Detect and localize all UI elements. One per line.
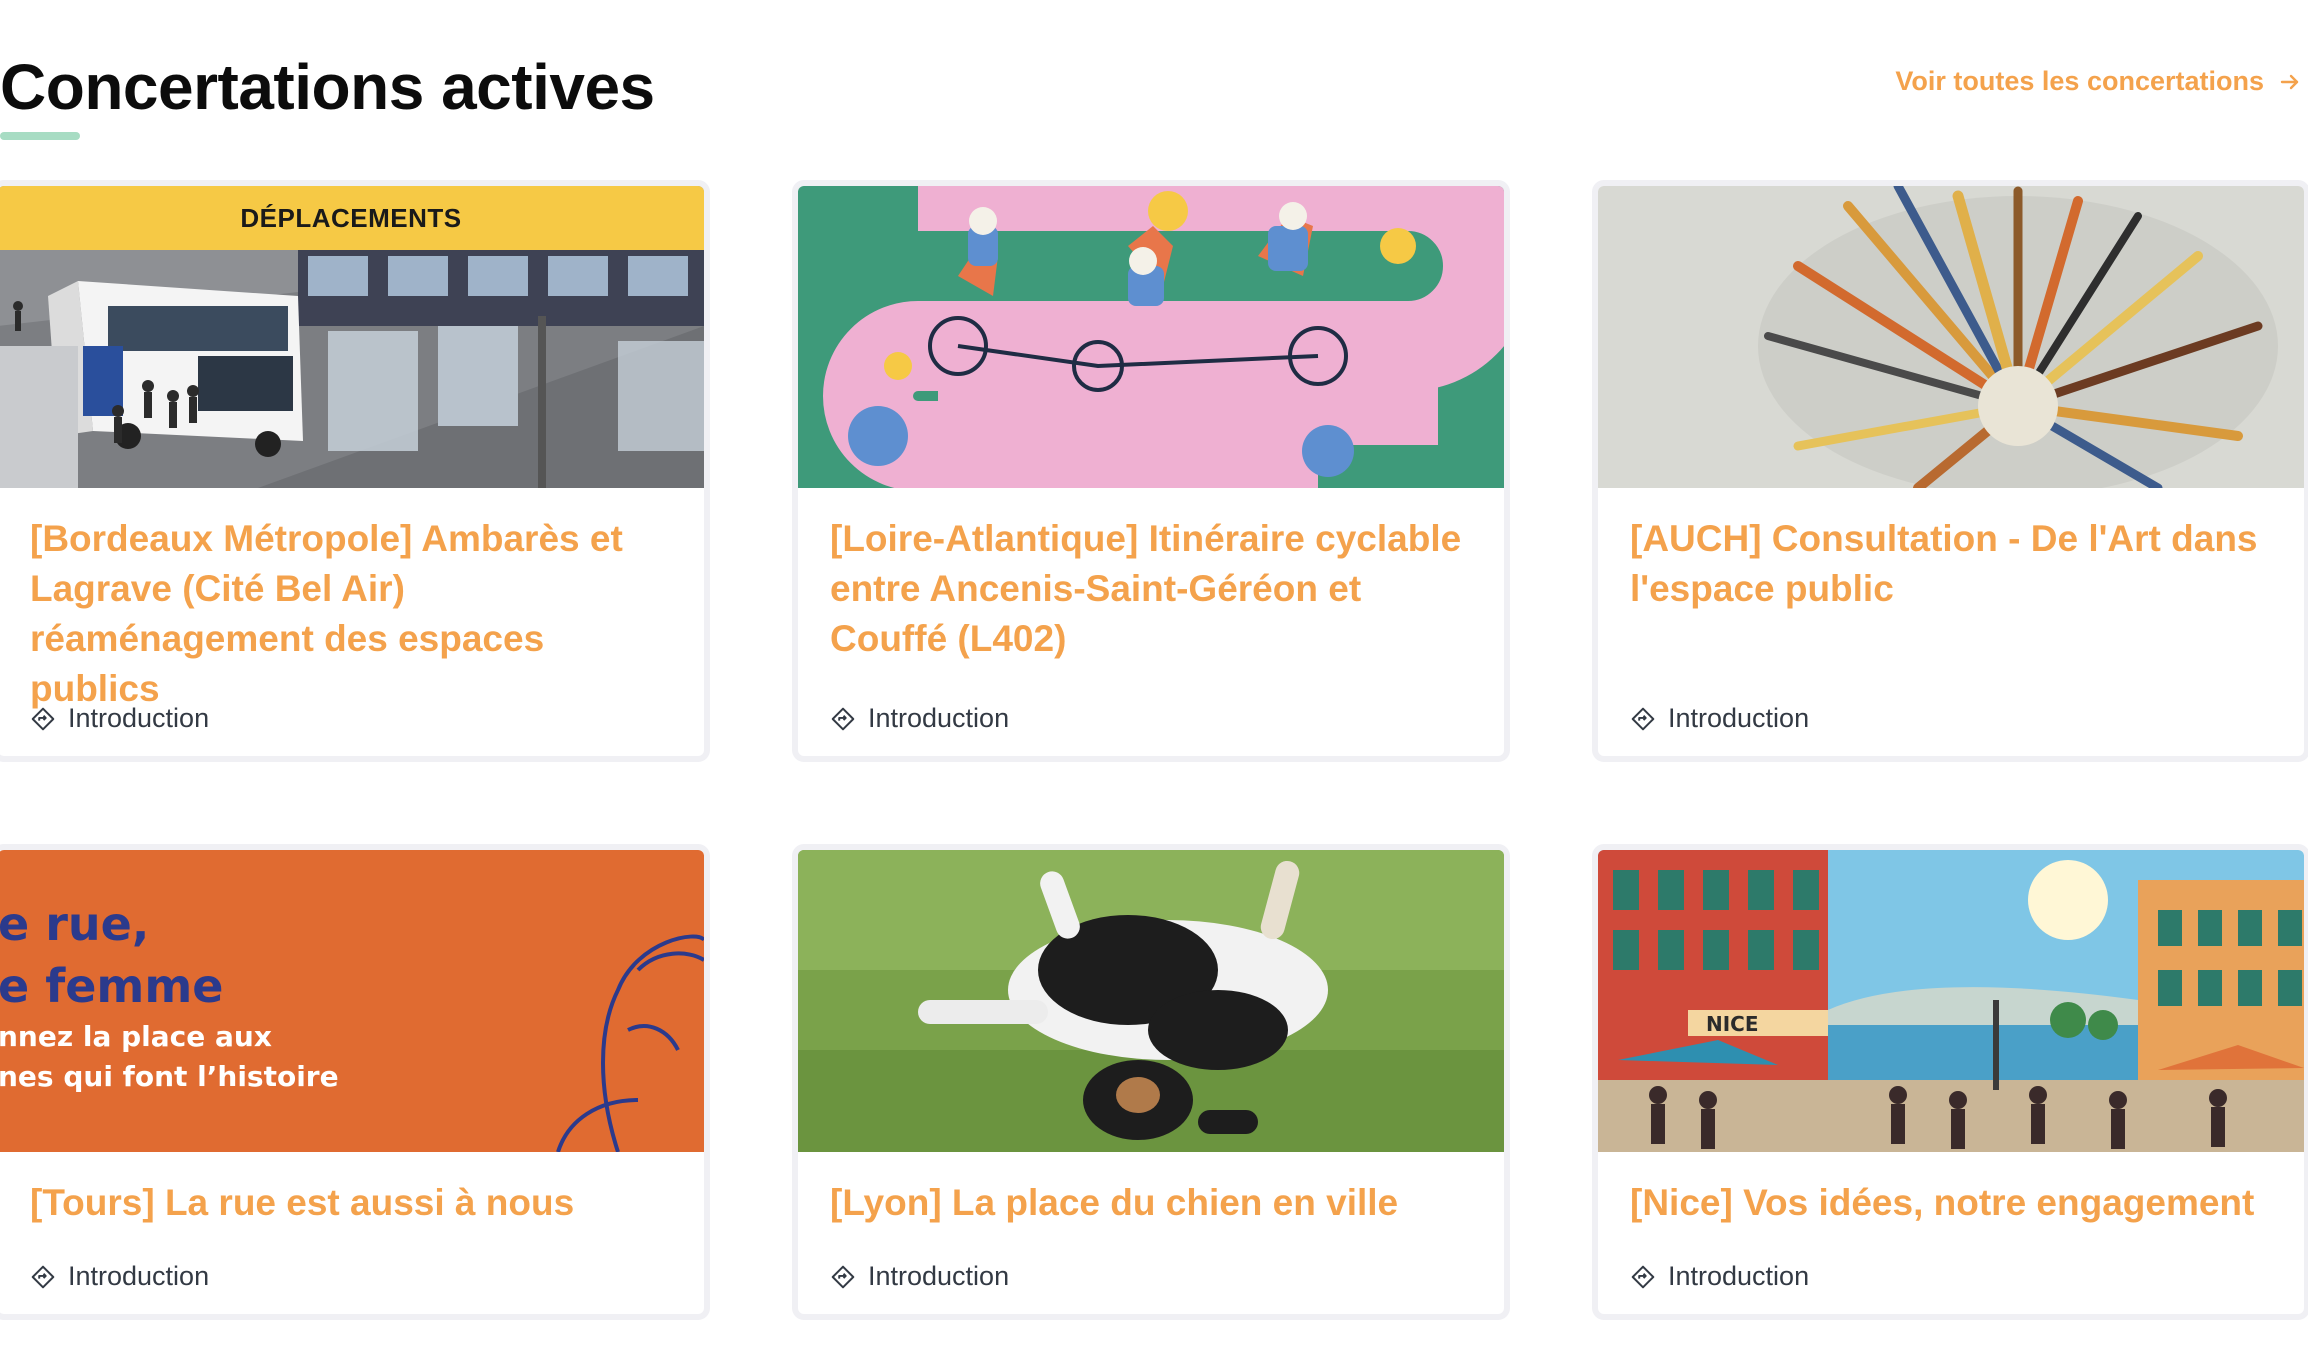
- card-tag: Introduction: [1630, 1261, 1809, 1292]
- card-image-paintbrushes: [1598, 186, 2304, 488]
- card-title[interactable]: [Bordeaux Métropole] Ambarès et Lagrave …: [30, 514, 672, 714]
- card-image-poster-orange: e rue, e femme nnez la place aux nes qui…: [0, 850, 704, 1152]
- card-image-dog-on-grass: [798, 850, 1504, 1152]
- card-tag: Introduction: [30, 703, 209, 734]
- arrow-right-icon: [2280, 74, 2299, 89]
- poster-line-3: nnez la place aux: [0, 1020, 272, 1053]
- title-underline: [0, 132, 80, 140]
- page-title: Concertations actives: [0, 51, 655, 123]
- card-tag-label: Introduction: [68, 703, 210, 733]
- card-title[interactable]: [Lyon] La place du chien en ville: [830, 1178, 1472, 1228]
- see-all-concertations-link[interactable]: Voir toutes les concertations: [1895, 66, 2302, 97]
- poster-line-1: e rue,: [0, 897, 149, 951]
- diamond-signpost-icon: [31, 707, 55, 730]
- card-title[interactable]: [AUCH] Consultation - De l'Art dans l'es…: [1630, 514, 2272, 614]
- concertation-card[interactable]: [AUCH] Consultation - De l'Art dans l'es…: [1592, 180, 2308, 762]
- concertation-card[interactable]: NICE [Nice] Vos idées, notre engagement …: [1592, 844, 2308, 1320]
- card-tag: Introduction: [30, 1261, 209, 1292]
- card-title[interactable]: [Tours] La rue est aussi à nous: [30, 1178, 672, 1228]
- card-title[interactable]: [Nice] Vos idées, notre engagement: [1630, 1178, 2272, 1228]
- card-tag-label: Introduction: [1668, 703, 1810, 733]
- card-image-bus-station: DÉPLACEMENTS: [0, 186, 704, 488]
- card-title[interactable]: [Loire-Atlantique] Itinéraire cyclable e…: [830, 514, 1472, 664]
- diamond-signpost-icon: [1631, 707, 1655, 730]
- see-all-label: Voir toutes les concertations: [1895, 66, 2264, 96]
- poster-line-4: nes qui font l’histoire: [0, 1060, 339, 1093]
- concertation-card[interactable]: [Lyon] La place du chien en ville Introd…: [792, 844, 1510, 1320]
- diamond-signpost-icon: [1631, 1265, 1655, 1288]
- card-tag-label: Introduction: [1668, 1261, 1810, 1291]
- diamond-signpost-icon: [831, 707, 855, 730]
- concertation-card[interactable]: DÉPLACEMENTS [Bordeaux Métropole] Ambarè…: [0, 180, 710, 762]
- card-tag: Introduction: [830, 1261, 1009, 1292]
- category-badge: DÉPLACEMENTS: [0, 186, 704, 250]
- poster-line-2: e femme: [0, 959, 224, 1013]
- card-tag: Introduction: [830, 703, 1009, 734]
- card-image-bicycle-illustration: [798, 186, 1504, 488]
- card-tag-label: Introduction: [868, 703, 1010, 733]
- diamond-signpost-icon: [31, 1265, 55, 1288]
- card-tag-label: Introduction: [868, 1261, 1010, 1291]
- concertation-card[interactable]: e rue, e femme nnez la place aux nes qui…: [0, 844, 710, 1320]
- section-header: Concertations actives Voir toutes les co…: [0, 40, 2308, 150]
- card-tag: Introduction: [1630, 703, 1809, 734]
- card-image-nice-street-scene: NICE: [1598, 850, 2304, 1152]
- concertation-card[interactable]: [Loire-Atlantique] Itinéraire cyclable e…: [792, 180, 1510, 762]
- card-tag-label: Introduction: [68, 1261, 210, 1291]
- diamond-signpost-icon: [831, 1265, 855, 1288]
- nice-sign: NICE: [1706, 1012, 1759, 1036]
